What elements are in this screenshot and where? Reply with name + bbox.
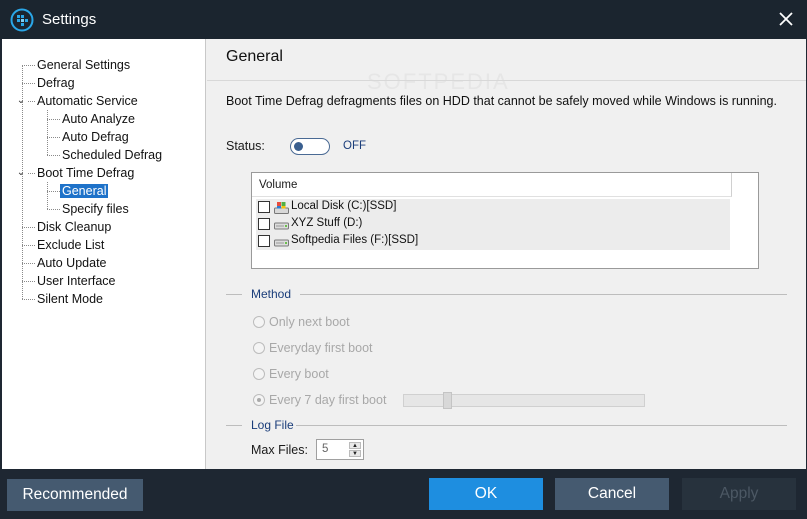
volume-name: Softpedia Files (F:)[SSD]: [291, 234, 419, 246]
tree-item-specify-files[interactable]: Specify files: [62, 200, 129, 218]
cancel-button[interactable]: Cancel: [555, 478, 669, 510]
status-state-text: OFF: [343, 140, 366, 152]
description-text: Boot Time Defrag defragments files on HD…: [226, 94, 777, 108]
hard-drive-icon: [274, 239, 289, 247]
tree-guide-line: [47, 110, 48, 155]
tree-item-silent-mode[interactable]: Silent Mode: [37, 290, 103, 308]
tree-item-automatic-service[interactable]: Automatic Service: [37, 92, 138, 110]
volume-list[interactable]: Volume Local Disk (C:)[SSD] XYZ Stuff (D…: [251, 172, 759, 269]
toggle-knob: [294, 142, 303, 151]
volume-row[interactable]: XYZ Stuff (D:): [256, 216, 730, 233]
volume-row[interactable]: Softpedia Files (F:)[SSD]: [256, 233, 730, 250]
tree-item-disk-cleanup[interactable]: Disk Cleanup: [37, 218, 111, 236]
tree-item-boot-time-defrag[interactable]: Boot Time Defrag: [37, 164, 134, 182]
window-title: Settings: [42, 11, 97, 28]
slider-thumb[interactable]: [443, 392, 452, 409]
stepper-up-icon[interactable]: ▲: [349, 442, 361, 449]
method-section-title: Method: [251, 287, 292, 301]
collapse-chevron-icon[interactable]: ⌄: [16, 96, 26, 106]
tree-item-general[interactable]: General: [60, 182, 109, 200]
volume-checkbox[interactable]: [258, 218, 270, 230]
max-files-stepper[interactable]: 5 ▲ ▼: [316, 439, 364, 460]
stepper-down-icon[interactable]: ▼: [349, 450, 361, 457]
title-bar: Settings: [0, 0, 807, 39]
log-file-section-title: Log File: [251, 418, 294, 432]
section-divider: [226, 294, 242, 295]
volume-checkbox[interactable]: [258, 235, 270, 247]
tree-item-auto-update[interactable]: Auto Update: [37, 254, 107, 272]
collapse-chevron-icon[interactable]: ⌄: [16, 168, 26, 178]
max-files-label: Max Files:: [251, 443, 308, 457]
tree-item-exclude-list[interactable]: Exclude List: [37, 236, 104, 254]
status-toggle[interactable]: [290, 138, 330, 155]
volume-checkbox[interactable]: [258, 201, 270, 213]
tree-guide-line: [47, 182, 48, 209]
recommended-button[interactable]: Recommended: [7, 479, 143, 511]
divider: [207, 80, 806, 81]
max-files-value[interactable]: 5: [322, 443, 328, 455]
system-drive-icon: [274, 202, 289, 214]
tree-item-scheduled-defrag[interactable]: Scheduled Defrag: [62, 146, 162, 164]
section-divider: [300, 294, 787, 295]
defrag-app-icon: [10, 8, 34, 32]
volume-name: Local Disk (C:)[SSD]: [291, 200, 397, 212]
settings-tree: ⌄ ⌄ General Settings Defrag Automatic Se…: [2, 39, 206, 469]
page-title: General: [226, 48, 283, 65]
tree-item-general-settings[interactable]: General Settings: [37, 56, 130, 74]
ok-button[interactable]: OK: [429, 478, 543, 510]
section-divider: [226, 425, 242, 426]
tree-item-user-interface[interactable]: User Interface: [37, 272, 116, 290]
tree-item-defrag[interactable]: Defrag: [37, 74, 75, 92]
hard-drive-icon: [274, 222, 289, 230]
tree-item-auto-analyze[interactable]: Auto Analyze: [62, 110, 135, 128]
apply-button[interactable]: Apply: [682, 478, 796, 510]
volume-column-header[interactable]: Volume: [252, 173, 732, 197]
tree-item-auto-defrag[interactable]: Auto Defrag: [62, 128, 129, 146]
volume-row[interactable]: Local Disk (C:)[SSD]: [256, 199, 730, 216]
close-icon[interactable]: [777, 10, 795, 28]
watermark: SOFTPEDIA: [367, 69, 510, 94]
volume-name: XYZ Stuff (D:): [291, 217, 363, 229]
days-slider[interactable]: [403, 392, 645, 409]
status-label: Status:: [226, 139, 265, 153]
settings-body: ⌄ ⌄ General Settings Defrag Automatic Se…: [2, 39, 806, 469]
content-panel: General SOFTPEDIA Boot Time Defrag defra…: [207, 39, 806, 469]
button-bar: Recommended OK Cancel Apply: [0, 469, 807, 519]
section-divider: [296, 425, 787, 426]
